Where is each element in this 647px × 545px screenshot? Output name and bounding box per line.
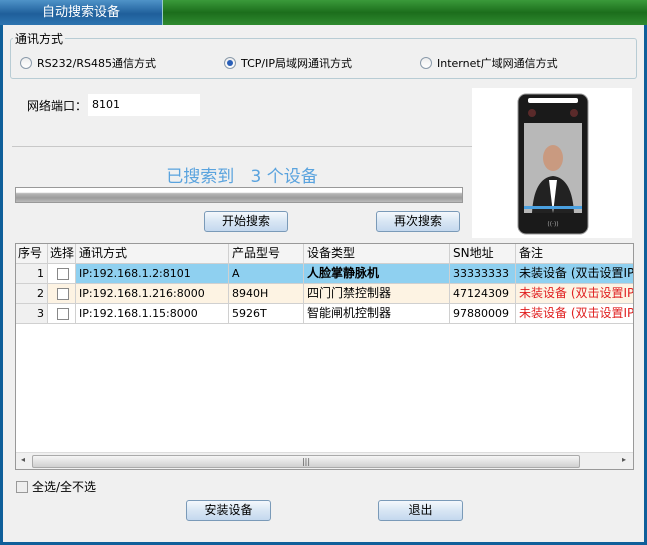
search-status: 已搜索到 3 个设备 (166, 167, 318, 187)
radio-label: RS232/RS485通信方式 (37, 57, 156, 70)
start-search-button[interactable]: 开始搜索 (204, 211, 288, 232)
col-header[interactable]: 设备类型 (304, 244, 450, 264)
device-image: ((·)) (472, 88, 632, 238)
row-checkbox[interactable] (48, 264, 76, 284)
row-number: 2 (16, 284, 48, 304)
search-again-button[interactable]: 再次搜索 (376, 211, 460, 232)
scroll-left-icon[interactable]: ◂ (21, 455, 25, 464)
radio-rs232[interactable]: RS232/RS485通信方式 (20, 55, 156, 71)
cell-model: 5926T (229, 304, 304, 324)
scroll-thumb[interactable]: ||| (32, 455, 580, 468)
col-header[interactable]: 通讯方式 (76, 244, 229, 264)
radio-icon (224, 57, 236, 69)
cell-note: 未装设备 (双击设置IP (516, 284, 633, 304)
col-header[interactable]: 序号 (16, 244, 48, 264)
cell-type: 智能闸机控制器 (304, 304, 450, 324)
cell-note: 未装设备 (双击设置IP (516, 304, 633, 324)
cell-comm: IP:192.168.1.2:8101 (76, 264, 229, 284)
cell-sn: 33333333 (450, 264, 516, 284)
install-device-button[interactable]: 安装设备 (186, 500, 271, 521)
port-label: 网络端口： (27, 99, 88, 113)
table-row[interactable]: 2 IP:192.168.1.216:8000 8940H 四门门禁控制器 47… (16, 284, 633, 304)
cell-comm: IP:192.168.1.216:8000 (76, 284, 229, 304)
search-progress-bar (15, 187, 463, 203)
radio-label: Internet广域网通信方式 (437, 57, 558, 70)
cell-model: A (229, 264, 304, 284)
dialog-body: 通讯方式 RS232/RS485通信方式 TCP/IP局域网通讯方式 Inter… (3, 25, 644, 542)
table-row[interactable]: 1 IP:192.168.1.2:8101 A 人脸掌静脉机 33333333 … (16, 264, 633, 284)
svg-text:((·)): ((·)) (547, 221, 558, 228)
cell-type: 四门门禁控制器 (304, 284, 450, 304)
row-checkbox[interactable] (48, 304, 76, 324)
separator (12, 146, 472, 147)
cell-note: 未装设备 (双击设置IP (516, 264, 633, 284)
table-header: 序号 选择 通讯方式 产品型号 设备类型 SN地址 备注 (16, 244, 633, 264)
col-header[interactable]: 产品型号 (229, 244, 304, 264)
select-all-label: 全选/全不选 (32, 480, 97, 494)
comm-mode-title: 通讯方式 (13, 30, 66, 47)
cell-sn: 47124309 (450, 284, 516, 304)
col-header[interactable]: 选择 (48, 244, 76, 264)
progress-fill (16, 188, 462, 202)
exit-button[interactable]: 退出 (378, 500, 463, 521)
radio-internet[interactable]: Internet广域网通信方式 (420, 55, 558, 71)
radio-icon (20, 57, 32, 69)
cell-type: 人脸掌静脉机 (304, 264, 450, 284)
radio-tcpip[interactable]: TCP/IP局域网通讯方式 (224, 55, 352, 71)
row-number: 1 (16, 264, 48, 284)
radio-label: TCP/IP局域网通讯方式 (241, 57, 352, 70)
horizontal-scrollbar[interactable]: ◂ ||| ▸ (16, 452, 633, 469)
radio-icon (420, 57, 432, 69)
table-row[interactable]: 3 IP:192.168.1.15:8000 5926T 智能闸机控制器 978… (16, 304, 633, 324)
title-bar: 自动搜索设备 (0, 0, 647, 25)
scroll-right-icon[interactable]: ▸ (622, 455, 626, 464)
checkbox-icon (16, 480, 28, 493)
device-table: 序号 选择 通讯方式 产品型号 设备类型 SN地址 备注 1 IP:192.16… (15, 243, 634, 470)
select-all-checkbox[interactable]: 全选/全不选 (16, 478, 96, 495)
row-number: 3 (16, 304, 48, 324)
cell-comm: IP:192.168.1.15:8000 (76, 304, 229, 324)
port-input[interactable]: 8101 (88, 94, 200, 116)
cell-model: 8940H (229, 284, 304, 304)
row-checkbox[interactable] (48, 284, 76, 304)
col-header[interactable]: 备注 (516, 244, 633, 264)
cell-sn: 97880009 (450, 304, 516, 324)
window-title: 自动搜索设备 (0, 0, 163, 25)
col-header[interactable]: SN地址 (450, 244, 516, 264)
